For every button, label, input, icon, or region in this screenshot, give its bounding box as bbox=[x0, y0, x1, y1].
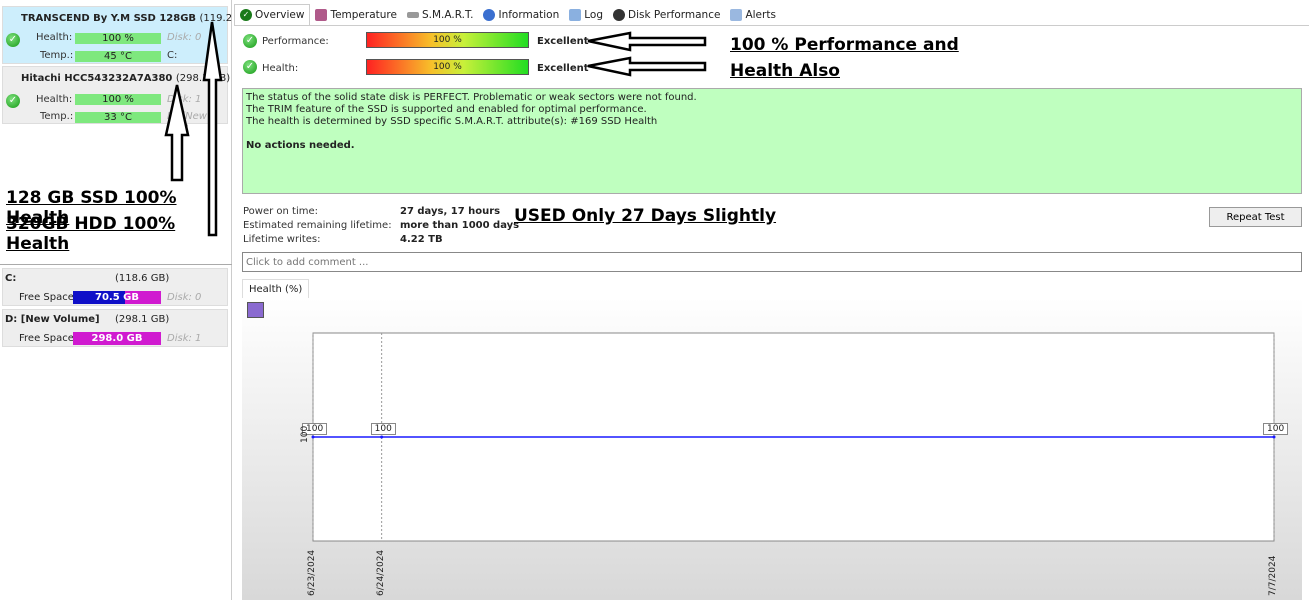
data-label: 100 bbox=[1263, 423, 1289, 435]
x-tick-label: 6/23/2024 bbox=[307, 549, 317, 596]
health-chart bbox=[311, 332, 1276, 542]
data-point bbox=[1272, 435, 1276, 439]
x-tick-label: 6/24/2024 bbox=[375, 549, 386, 596]
data-point bbox=[380, 435, 384, 439]
y-tick-label: 100 bbox=[300, 425, 310, 443]
data-point bbox=[311, 435, 315, 439]
data-label: 100 bbox=[370, 423, 396, 435]
x-tick-label: 7/7/2024 bbox=[1268, 555, 1278, 596]
